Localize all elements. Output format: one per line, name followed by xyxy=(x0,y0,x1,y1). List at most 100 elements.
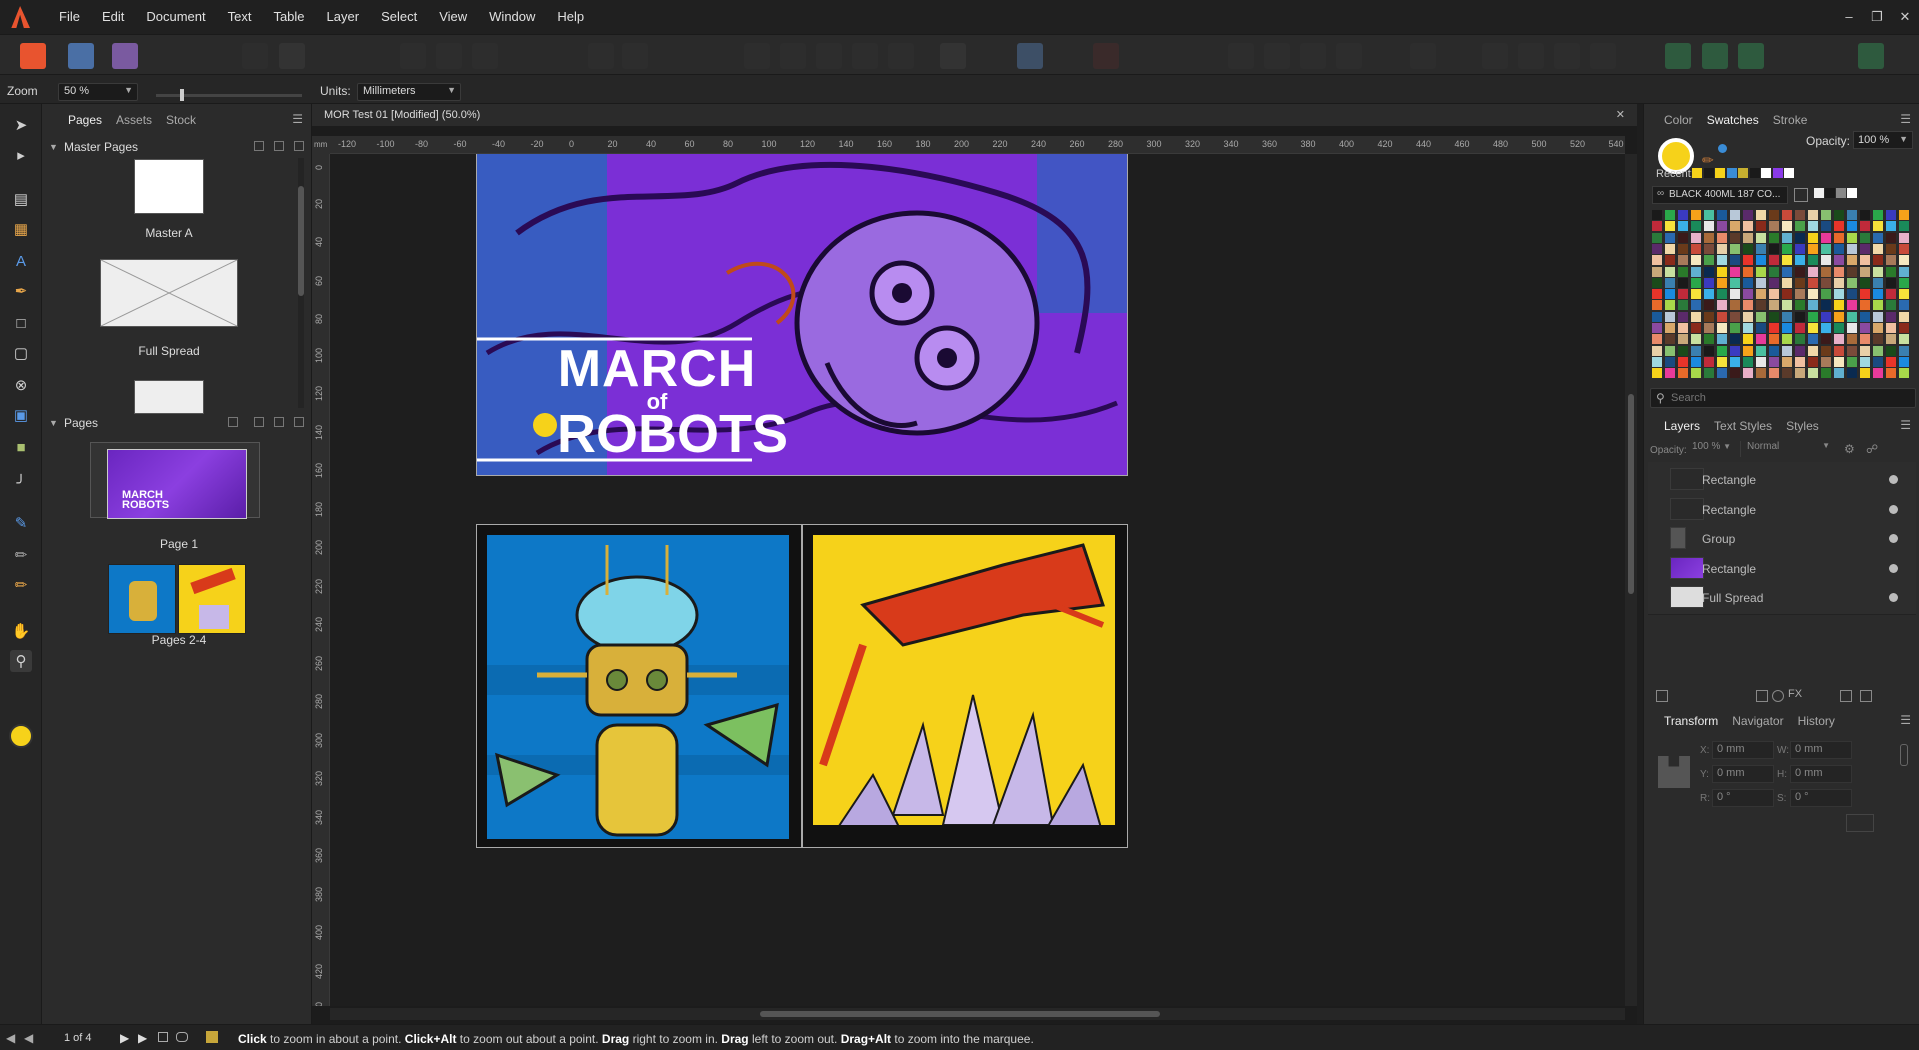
tab-assets[interactable]: Assets xyxy=(116,113,152,127)
text-frame-tool-icon[interactable]: ▤ xyxy=(10,188,32,210)
lock-icon[interactable]: ☍ xyxy=(1866,442,1878,456)
color-swatch[interactable] xyxy=(1821,345,1831,356)
toolbar-icon[interactable] xyxy=(816,43,842,69)
color-swatch[interactable] xyxy=(1743,266,1753,277)
color-swatch[interactable] xyxy=(1665,368,1675,379)
recent-swatch[interactable] xyxy=(1761,168,1771,178)
color-swatch[interactable] xyxy=(1717,232,1727,243)
color-swatch[interactable] xyxy=(1886,210,1896,220)
color-swatch[interactable] xyxy=(1860,334,1870,345)
adjustment-icon[interactable] xyxy=(1772,690,1784,702)
color-swatch[interactable] xyxy=(1678,221,1688,232)
color-swatch[interactable] xyxy=(1704,266,1714,277)
mask-layer-icon[interactable] xyxy=(1756,690,1768,702)
settings-gear-icon[interactable] xyxy=(279,43,305,69)
color-swatch[interactable] xyxy=(1652,300,1662,311)
color-swatch[interactable] xyxy=(1847,345,1857,356)
toolbar-icon[interactable] xyxy=(888,43,914,69)
color-swatch[interactable] xyxy=(1652,289,1662,300)
color-swatch[interactable] xyxy=(1730,345,1740,356)
color-swatch[interactable] xyxy=(1678,311,1688,322)
toolbar-icon[interactable] xyxy=(1300,43,1326,69)
color-swatch[interactable] xyxy=(1808,356,1818,367)
color-swatch[interactable] xyxy=(1795,243,1805,254)
color-swatch[interactable] xyxy=(1756,345,1766,356)
color-swatch[interactable] xyxy=(1730,368,1740,379)
color-swatch[interactable] xyxy=(1704,345,1714,356)
snapping-icon[interactable] xyxy=(1702,43,1728,69)
add-master-icon[interactable] xyxy=(254,141,264,151)
cover-page[interactable]: MARCH of ROBOTS xyxy=(476,154,1128,476)
color-swatch[interactable] xyxy=(1769,255,1779,266)
visibility-icon[interactable] xyxy=(1889,504,1898,514)
color-swatch[interactable] xyxy=(1743,255,1753,266)
color-swatch[interactable] xyxy=(1769,368,1779,379)
color-swatch[interactable] xyxy=(1743,232,1753,243)
color-swatch[interactable] xyxy=(1704,243,1714,254)
color-swatch[interactable] xyxy=(1782,368,1792,379)
panel-menu-icon[interactable]: ☰ xyxy=(292,112,303,126)
color-swatch[interactable] xyxy=(1808,210,1818,220)
page-1-selected-bg[interactable]: MARCH ROBOTS xyxy=(90,442,260,519)
color-swatch[interactable] xyxy=(1873,221,1883,232)
shear-field[interactable]: 0 ° xyxy=(1790,789,1852,807)
color-swatch[interactable] xyxy=(1743,356,1753,367)
delete-page-icon[interactable] xyxy=(294,417,304,427)
color-swatch[interactable] xyxy=(1847,255,1857,266)
color-swatch[interactable] xyxy=(1808,300,1818,311)
palette-options-icon[interactable] xyxy=(1794,188,1808,202)
color-swatch[interactable] xyxy=(1665,210,1675,220)
color-swatch[interactable] xyxy=(1782,255,1792,266)
color-swatch[interactable] xyxy=(1665,266,1675,277)
color-swatch[interactable] xyxy=(1691,311,1701,322)
visibility-icon[interactable] xyxy=(1889,593,1898,602)
color-swatch[interactable] xyxy=(1886,266,1896,277)
color-swatch[interactable] xyxy=(1743,289,1753,300)
color-swatch[interactable] xyxy=(1808,289,1818,300)
color-swatch[interactable] xyxy=(1899,345,1909,356)
transparency-tool-icon[interactable]: ✎ xyxy=(10,512,32,534)
color-swatch[interactable] xyxy=(1847,356,1857,367)
page-3-thumbnail[interactable] xyxy=(178,564,246,634)
color-swatch[interactable] xyxy=(1769,277,1779,288)
color-swatch[interactable] xyxy=(1704,221,1714,232)
color-swatch[interactable] xyxy=(1704,210,1714,220)
color-swatch[interactable] xyxy=(1795,356,1805,367)
color-swatch[interactable] xyxy=(1730,289,1740,300)
layer-settings-icon[interactable]: ⚙ xyxy=(1844,442,1855,456)
close-window-icon[interactable]: ✕ xyxy=(1891,0,1919,34)
color-swatch[interactable] xyxy=(1886,334,1896,345)
color-swatch[interactable] xyxy=(1691,277,1701,288)
color-swatch[interactable] xyxy=(1834,232,1844,243)
color-swatch[interactable] xyxy=(1860,243,1870,254)
color-swatch[interactable] xyxy=(1808,311,1818,322)
opacity-combo[interactable]: 100 % ▼ xyxy=(1853,131,1913,149)
color-swatch[interactable] xyxy=(1795,300,1805,311)
color-swatch[interactable] xyxy=(1652,243,1662,254)
color-swatch[interactable] xyxy=(1691,334,1701,345)
menu-edit[interactable]: Edit xyxy=(91,0,135,34)
color-swatch[interactable] xyxy=(1652,266,1662,277)
color-swatch[interactable] xyxy=(1756,323,1766,333)
last-page-icon[interactable]: ▶ xyxy=(138,1031,147,1045)
close-document-icon[interactable]: ✕ xyxy=(1616,104,1625,126)
color-swatch[interactable] xyxy=(1756,300,1766,311)
master-pages-scrollbar[interactable] xyxy=(298,158,304,408)
color-swatch[interactable] xyxy=(1886,221,1896,232)
color-swatch[interactable] xyxy=(1743,345,1753,356)
color-swatch[interactable] xyxy=(1652,356,1662,367)
color-swatch[interactable] xyxy=(1652,277,1662,288)
color-swatch[interactable] xyxy=(1665,221,1675,232)
color-swatch[interactable] xyxy=(1691,345,1701,356)
color-swatch[interactable] xyxy=(1834,311,1844,322)
color-swatch[interactable] xyxy=(1665,300,1675,311)
canvas[interactable]: MARCH of ROBOTS xyxy=(330,154,1625,1006)
tab-layers[interactable]: Layers xyxy=(1664,419,1700,433)
color-swatch[interactable] xyxy=(1743,210,1753,220)
color-swatch[interactable] xyxy=(1795,289,1805,300)
color-swatch[interactable] xyxy=(1678,232,1688,243)
color-swatch[interactable] xyxy=(1834,277,1844,288)
color-swatch[interactable] xyxy=(1795,334,1805,345)
zoom-combo[interactable]: 50 % ▼ xyxy=(58,83,138,101)
color-swatch[interactable] xyxy=(1847,334,1857,345)
